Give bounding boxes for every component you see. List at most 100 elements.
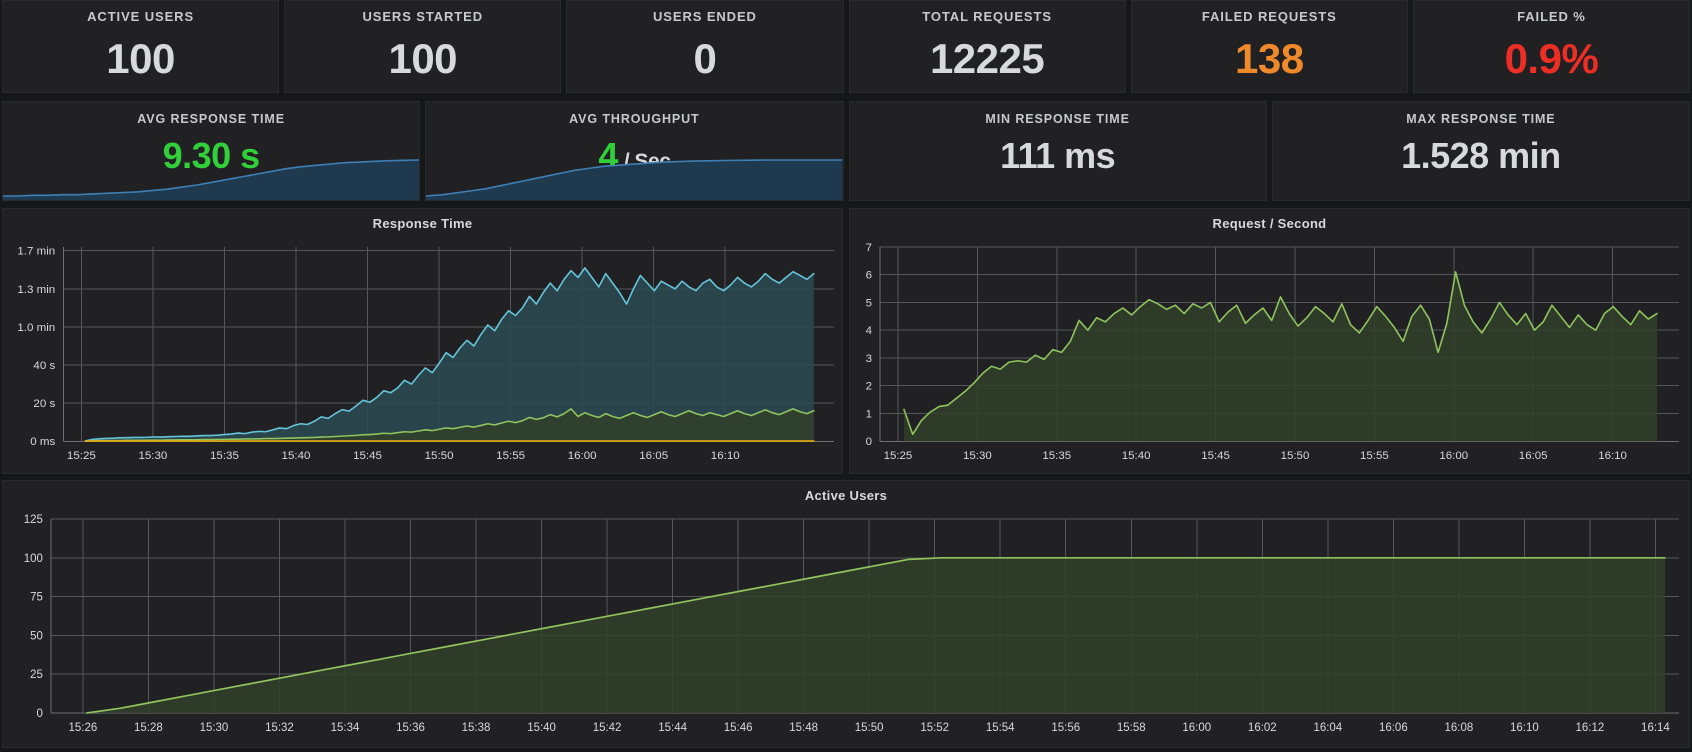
stat-panel-failed-percent[interactable]: FAILED % 0.9% — [1413, 0, 1690, 93]
stat-value: 100 — [3, 38, 278, 80]
svg-text:15:30: 15:30 — [200, 722, 229, 734]
svg-text:16:00: 16:00 — [1182, 722, 1211, 734]
svg-text:15:50: 15:50 — [855, 722, 884, 734]
stat-panel-failed-requests[interactable]: FAILED REQUESTS 138 — [1131, 0, 1408, 93]
svg-text:15:54: 15:54 — [986, 722, 1015, 734]
svg-text:16:05: 16:05 — [1519, 450, 1548, 462]
svg-text:15:46: 15:46 — [724, 722, 753, 734]
stat-panel-max-response-time[interactable]: MAX RESPONSE TIME 1.528 min — [1272, 101, 1690, 201]
svg-text:15:34: 15:34 — [331, 722, 360, 734]
stat-title: AVG RESPONSE TIME — [3, 102, 419, 126]
stat-title: USERS STARTED — [285, 1, 560, 24]
svg-text:1.7 min: 1.7 min — [17, 246, 55, 258]
svg-text:1.0 min: 1.0 min — [17, 322, 55, 334]
grafana-dashboard: ACTIVE USERS 100 USERS STARTED 100 USERS… — [0, 0, 1692, 752]
svg-text:15:40: 15:40 — [282, 450, 311, 462]
stat-panel-users-ended[interactable]: USERS ENDED 0 — [566, 0, 843, 93]
svg-text:16:10: 16:10 — [1598, 450, 1627, 462]
svg-text:15:28: 15:28 — [134, 722, 163, 734]
svg-text:7: 7 — [866, 242, 872, 254]
svg-text:16:06: 16:06 — [1379, 722, 1408, 734]
sparkline-avg-response-time — [3, 154, 419, 200]
sparkline-avg-throughput — [426, 154, 842, 200]
svg-text:15:52: 15:52 — [920, 722, 949, 734]
svg-text:0: 0 — [866, 436, 872, 448]
svg-text:16:05: 16:05 — [639, 450, 668, 462]
panel-title: Response Time — [3, 209, 842, 231]
svg-text:16:08: 16:08 — [1445, 722, 1474, 734]
stat-panel-active-users[interactable]: ACTIVE USERS 100 — [2, 0, 279, 93]
svg-text:15:25: 15:25 — [67, 450, 96, 462]
svg-text:15:26: 15:26 — [69, 722, 98, 734]
stat-panel-avg-response-time[interactable]: AVG RESPONSE TIME 9.30 s — [2, 101, 420, 201]
graph-panel-request-per-second[interactable]: Request / Second 0 1 2 3 4 5 6 7 15:25 15:30 15:35… — [849, 208, 1690, 474]
graph-panel-active-users[interactable]: Active Users 025507510012515:2615:2815:3… — [2, 480, 1690, 748]
svg-text:5: 5 — [866, 297, 872, 309]
svg-text:1: 1 — [866, 408, 872, 420]
svg-text:15:48: 15:48 — [789, 722, 818, 734]
svg-text:15:40: 15:40 — [1122, 450, 1151, 462]
stat-value: 100 — [285, 38, 560, 80]
svg-text:6: 6 — [866, 270, 872, 282]
svg-text:16:10: 16:10 — [1510, 722, 1539, 734]
svg-text:15:55: 15:55 — [496, 450, 525, 462]
svg-text:0: 0 — [37, 708, 43, 720]
stat-title: MAX RESPONSE TIME — [1273, 102, 1689, 126]
graph-plot-request-per-second: 0123456715:2515:3015:3515:4015:4515:5015… — [850, 235, 1689, 473]
svg-text:16:04: 16:04 — [1313, 722, 1342, 734]
svg-text:2: 2 — [866, 381, 872, 393]
svg-text:50: 50 — [30, 630, 43, 642]
stat-value: 111 ms — [850, 138, 1266, 174]
svg-text:15:25: 15:25 — [884, 450, 913, 462]
graph-panel-response-time[interactable]: Response Time 0 ms 20 s 40 s 1.0 min 1.3 min… — [2, 208, 843, 474]
svg-text:40 s: 40 s — [33, 360, 55, 372]
svg-text:75: 75 — [30, 592, 43, 604]
panel-title: Active Users — [3, 481, 1689, 503]
svg-text:100: 100 — [24, 553, 43, 565]
svg-text:15:32: 15:32 — [265, 722, 294, 734]
active-users-row: Active Users 025507510012515:2615:2815:3… — [0, 480, 1692, 748]
stat-title: USERS ENDED — [567, 1, 842, 24]
svg-text:16:10: 16:10 — [711, 450, 740, 462]
svg-text:15:30: 15:30 — [963, 450, 992, 462]
svg-text:15:44: 15:44 — [658, 722, 687, 734]
graph-row: Response Time 0 ms 20 s 40 s 1.0 min 1.3 min… — [0, 208, 1692, 474]
svg-text:1.3 min: 1.3 min — [17, 284, 55, 296]
svg-text:15:36: 15:36 — [396, 722, 425, 734]
svg-text:15:56: 15:56 — [1051, 722, 1080, 734]
svg-text:15:42: 15:42 — [593, 722, 622, 734]
svg-text:20 s: 20 s — [33, 398, 55, 410]
stat-panel-avg-throughput[interactable]: AVG THROUGHPUT 4/ Sec — [425, 101, 843, 201]
stat-panel-total-requests[interactable]: TOTAL REQUESTS 12225 — [849, 0, 1126, 93]
stat-title: ACTIVE USERS — [3, 1, 278, 24]
stat-value: 138 — [1132, 38, 1407, 80]
svg-text:15:38: 15:38 — [462, 722, 491, 734]
svg-text:16:12: 16:12 — [1576, 722, 1605, 734]
stat-panel-min-response-time[interactable]: MIN RESPONSE TIME 111 ms — [849, 101, 1267, 201]
svg-text:15:45: 15:45 — [1201, 450, 1230, 462]
panel-title: Request / Second — [850, 209, 1689, 231]
stats-row-secondary: AVG RESPONSE TIME 9.30 s AVG THROUGHPUT … — [0, 101, 1692, 201]
svg-text:15:58: 15:58 — [1117, 722, 1146, 734]
graph-plot-active-users: 025507510012515:2615:2815:3015:3215:3415… — [3, 507, 1689, 747]
svg-text:3: 3 — [866, 353, 872, 365]
svg-text:4: 4 — [866, 325, 873, 337]
stat-title: AVG THROUGHPUT — [426, 102, 842, 126]
stat-title: TOTAL REQUESTS — [850, 1, 1125, 24]
svg-text:15:50: 15:50 — [425, 450, 454, 462]
stat-value: 12225 — [850, 38, 1125, 80]
svg-text:15:45: 15:45 — [353, 450, 382, 462]
stat-value: 0.9% — [1414, 38, 1689, 80]
svg-text:16:00: 16:00 — [1439, 450, 1468, 462]
graph-plot-response-time: 0 ms 20 s 40 s 1.0 min 1.3 min 1.7 min 15:25 15… — [3, 235, 842, 473]
stat-panel-users-started[interactable]: USERS STARTED 100 — [284, 0, 561, 93]
svg-text:25: 25 — [30, 669, 43, 681]
svg-text:15:55: 15:55 — [1360, 450, 1389, 462]
svg-text:15:35: 15:35 — [210, 450, 239, 462]
stats-row-primary: ACTIVE USERS 100 USERS STARTED 100 USERS… — [0, 0, 1692, 93]
svg-text:0 ms: 0 ms — [30, 436, 55, 448]
svg-text:16:14: 16:14 — [1641, 722, 1670, 734]
svg-text:16:02: 16:02 — [1248, 722, 1277, 734]
svg-text:15:30: 15:30 — [138, 450, 167, 462]
svg-text:15:35: 15:35 — [1042, 450, 1071, 462]
